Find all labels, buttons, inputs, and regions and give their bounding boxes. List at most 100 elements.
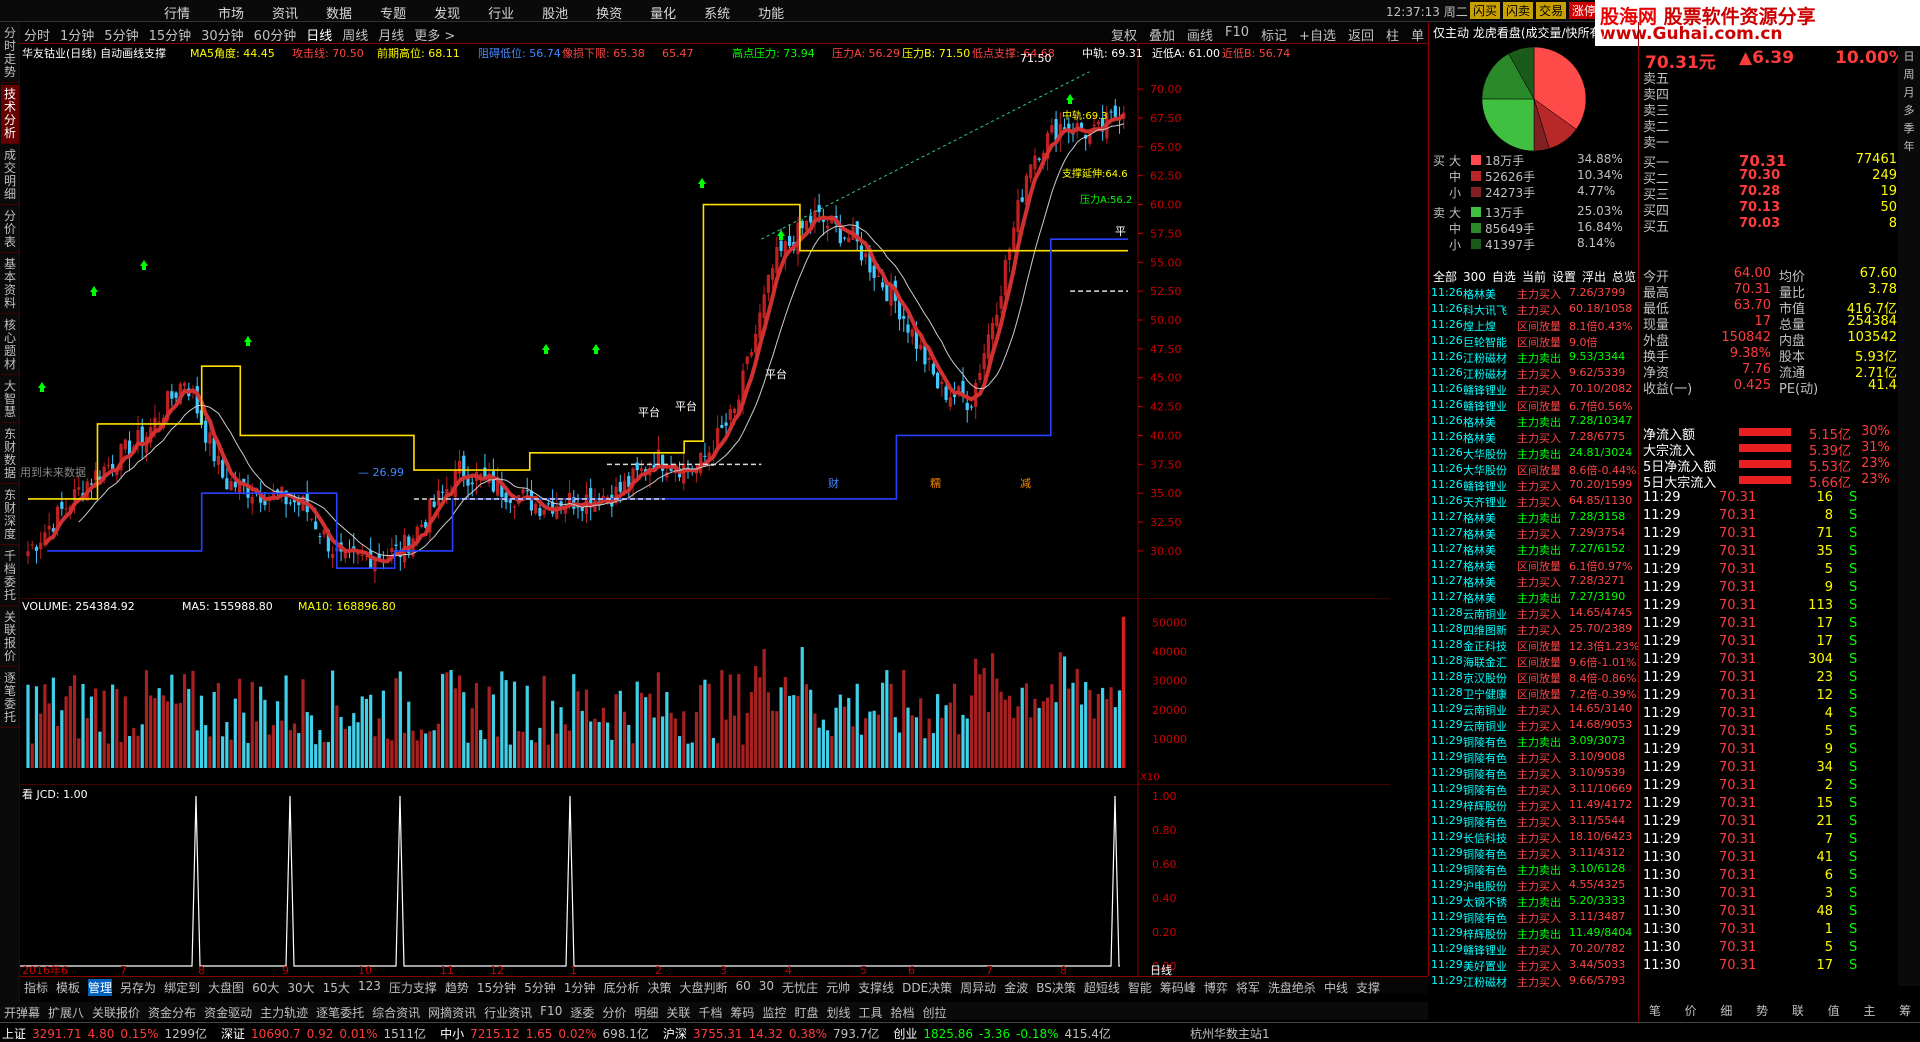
alert-stock[interactable]: 格林美 [1463,542,1496,558]
function-tool[interactable]: 创拉 [923,1004,947,1021]
indicator-tool[interactable]: 底分析 [603,979,639,996]
period-tab[interactable]: 日线 [306,25,332,44]
function-tool[interactable]: 关联报价 [92,1004,140,1021]
indicator-tool[interactable]: 1分钟 [564,979,596,996]
alert-stock[interactable]: 天齐锂业 [1463,494,1507,510]
alert-stock[interactable]: 江粉磁材 [1463,366,1507,382]
left-tab[interactable]: 关联报价 [1,608,19,667]
period-tab[interactable]: 5分钟 [104,25,138,44]
alert-stock[interactable]: 铜陵有色 [1463,910,1507,926]
indicator-tool[interactable]: 123 [358,979,381,996]
indicator-tool[interactable]: 60 [735,979,750,996]
news-tab[interactable]: 全部 [1433,270,1457,284]
period-side-tab[interactable]: 月 [1898,84,1920,100]
alert-stock[interactable]: 格林美 [1463,574,1496,590]
menu-item[interactable]: 股池 [528,3,582,22]
function-tool[interactable]: 盯盘 [794,1004,818,1021]
indicator-tool[interactable]: 超短线 [1084,979,1120,996]
period-side-tab[interactable]: 多 [1898,102,1920,118]
indicator-tool[interactable]: 洗盘绝杀 [1268,979,1316,996]
function-tool[interactable]: 划线 [826,1004,850,1021]
left-tab[interactable]: 基本资料 [1,255,19,314]
function-tool[interactable]: 逐委 [570,1004,594,1021]
menu-item[interactable]: 资讯 [258,3,312,22]
indicator-tool[interactable]: 筹码峰 [1160,979,1196,996]
chart-action-button[interactable]: 叠加 [1149,25,1175,44]
indicator-tool[interactable]: 中线 [1324,979,1348,996]
chart-action-button[interactable]: 柱 [1386,25,1399,44]
function-tool[interactable]: 分价 [602,1004,626,1021]
alert-stock[interactable]: 赣锋锂业 [1463,398,1507,414]
indicator-tool[interactable]: 金波 [1004,979,1028,996]
period-side-tab[interactable]: 年 [1898,138,1920,154]
chart-action-button[interactable]: 单 [1411,25,1424,44]
function-tool[interactable]: 监控 [762,1004,786,1021]
index-name[interactable]: 深证 [221,1027,245,1041]
period-side-tab[interactable]: 季 [1898,120,1920,136]
left-tab[interactable]: 分时走势 [1,24,19,83]
indicator-tool[interactable]: 管理 [88,979,113,996]
function-tool[interactable]: 开弹幕 [4,1004,40,1021]
indicator-tool[interactable]: 15分钟 [477,979,516,996]
alert-stock[interactable]: 科大讯飞 [1463,302,1507,318]
alert-stock[interactable]: 格林美 [1463,590,1496,606]
indicator-tool[interactable]: 将军 [1236,979,1260,996]
period-tab[interactable]: 60分钟 [254,25,297,44]
function-tool[interactable]: 关联 [666,1004,690,1021]
indicator-tool[interactable]: 30 [759,979,774,996]
indicator-tool[interactable]: 60大 [252,979,279,996]
indicator-tool[interactable]: 30大 [287,979,314,996]
alert-stock[interactable]: 赣锋锂业 [1463,478,1507,494]
news-tab[interactable]: 浮出 [1582,270,1606,284]
left-tab[interactable]: 东财数据 [1,425,19,484]
alert-stock[interactable]: 沪电股份 [1463,878,1507,894]
indicator-tool[interactable]: 智能 [1128,979,1152,996]
indicator-tool[interactable]: 压力支撑 [389,979,437,996]
left-tab[interactable]: 千档委托 [1,547,19,606]
alert-stock[interactable]: 赣锋锂业 [1463,942,1507,958]
alert-stock[interactable]: 铜陵有色 [1463,814,1507,830]
alert-stock[interactable]: 四维图新 [1463,622,1507,638]
period-tab[interactable]: 月线 [378,25,404,44]
indicator-tool[interactable]: 另存为 [120,979,156,996]
index-name[interactable]: 上证 [2,1027,26,1041]
alert-stock[interactable]: 格林美 [1463,510,1496,526]
function-tool[interactable]: 综合资讯 [372,1004,420,1021]
indicator-tool[interactable]: 支撑线 [858,979,894,996]
right-bottom-tab[interactable]: 细 [1720,1002,1732,1019]
alert-stock[interactable]: 格林美 [1463,414,1496,430]
alert-stock[interactable]: 煌上煌 [1463,318,1496,334]
right-bottom-tab[interactable]: 笔 [1649,1002,1661,1019]
left-tab[interactable]: 技术分析 [1,85,19,144]
news-tab[interactable]: 设置 [1552,270,1576,284]
trade-button[interactable]: 闪卖 [1503,2,1534,19]
alert-stock[interactable]: 铜陵有色 [1463,782,1507,798]
indicator-tool[interactable]: DDE决策 [902,979,952,996]
alert-stock[interactable]: 格林美 [1463,286,1496,302]
right-bottom-tab[interactable]: 值 [1828,1002,1840,1019]
menu-item[interactable]: 专题 [366,3,420,22]
function-tool[interactable]: 逐笔委托 [316,1004,364,1021]
indicator-tool[interactable]: 绑定到 [164,979,200,996]
function-tool[interactable]: 扩展八 [48,1004,84,1021]
news-tab[interactable]: 当前 [1522,270,1546,284]
left-tab[interactable]: 逐笔委托 [1,669,19,728]
alert-stock[interactable]: 江粉磁材 [1463,974,1507,990]
indicator-tool[interactable]: 5分钟 [524,979,556,996]
news-tab[interactable]: 300 [1463,270,1486,284]
chart-action-button[interactable]: 标记 [1261,25,1287,44]
news-tab[interactable]: 总览 [1612,270,1636,284]
chart-action-button[interactable]: F10 [1225,25,1249,44]
function-tool[interactable]: 明细 [634,1004,658,1021]
function-tool[interactable]: 行业资讯 [484,1004,532,1021]
function-tool[interactable]: 拾档 [890,1004,914,1021]
alert-stock[interactable]: 格林美 [1463,526,1496,542]
indicator-tool[interactable]: 指标 [24,979,48,996]
function-tool[interactable]: 工具 [858,1004,882,1021]
period-tab[interactable]: 1分钟 [60,25,94,44]
chart-action-button[interactable]: 复权 [1111,25,1137,44]
period-tab[interactable]: 30分钟 [201,25,244,44]
menu-item[interactable]: 发现 [420,3,474,22]
trade-button[interactable]: 交易 [1536,2,1567,19]
kline-chart[interactable]: 华友钴业(日线) 自动画线支撑 MA5角度: 44.45 攻击线: 70.50 前期高… [20,44,1390,604]
